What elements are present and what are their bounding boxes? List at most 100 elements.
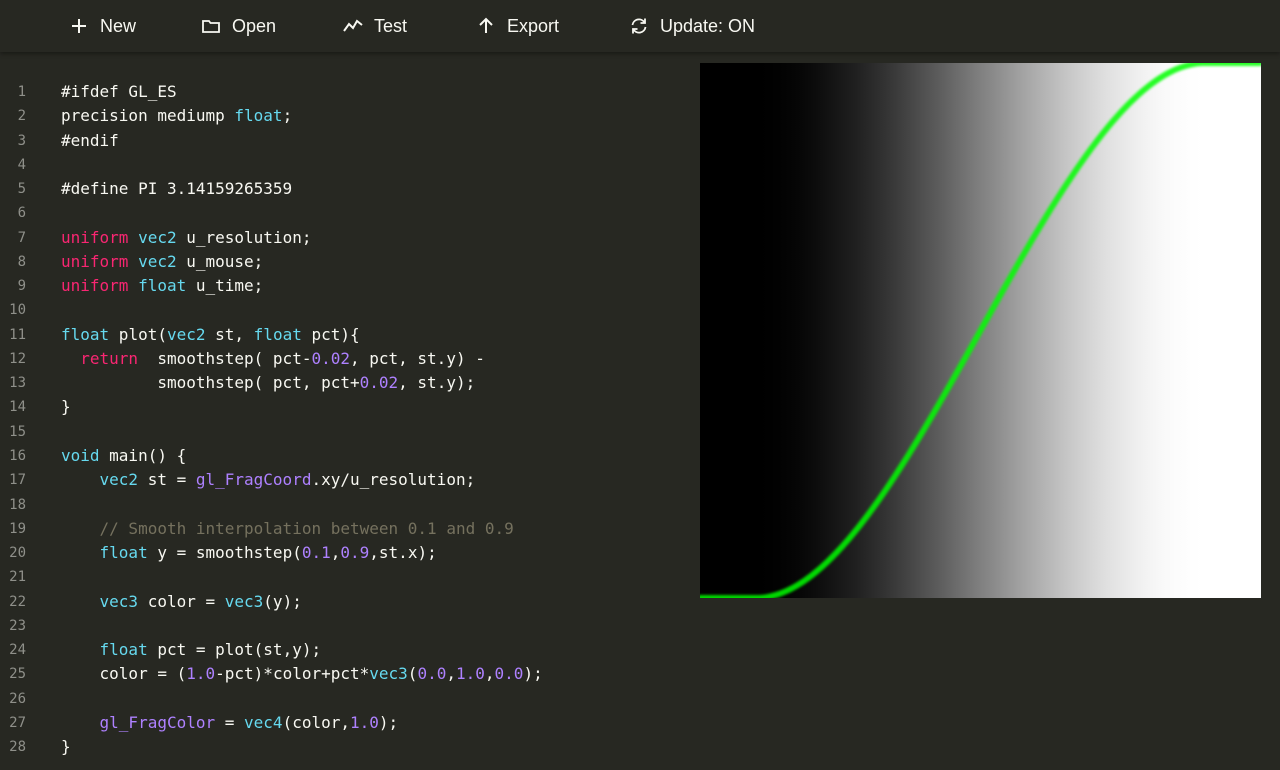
open-button[interactable]: Open — [200, 13, 276, 39]
line-number: 7 — [17, 229, 26, 246]
line-number: 24 — [9, 642, 26, 659]
code-line[interactable]: 22 vec3 color = vec3(y); — [0, 590, 690, 614]
code-token: (y); — [263, 591, 302, 611]
code-token: = — [215, 712, 245, 732]
code-token: uniform — [61, 251, 129, 271]
code-line[interactable]: 13 smoothstep( pct, pct+0.02, st.y); — [0, 371, 690, 395]
shader-preview-canvas — [700, 63, 1261, 598]
code-token: #endif — [61, 130, 119, 150]
code-token: main() { — [99, 445, 187, 465]
new-button[interactable]: New — [68, 13, 136, 39]
code-line[interactable]: 9 uniform float u_time; — [0, 274, 690, 298]
code-token: color = — [138, 591, 225, 611]
code-line[interactable]: 7 uniform vec2 u_resolution; — [0, 226, 690, 250]
code-token: 0.1 — [301, 543, 331, 563]
code-token: float — [138, 276, 187, 296]
code-text: vec2 st = gl_FragCoord.xy/u_resolution; — [61, 468, 476, 492]
code-token: 0.02 — [311, 348, 350, 368]
shader-output — [700, 63, 1261, 598]
code-token: plot( — [109, 324, 167, 344]
code-line[interactable]: 23 — [0, 614, 690, 638]
code-text: smoothstep( pct, pct+0.02, st.y); — [61, 371, 475, 395]
update-label: Update: ON — [660, 15, 756, 36]
code-text: uniform vec2 u_resolution; — [61, 226, 311, 250]
line-number: 23 — [9, 617, 26, 634]
code-text: // Smooth interpolation between 0.1 and … — [61, 517, 514, 541]
code-line[interactable]: 21 — [0, 565, 690, 589]
code-text: void main() { — [61, 444, 186, 468]
code-line[interactable]: 27 gl_FragColor = vec4(color,1.0); — [0, 711, 690, 735]
refresh-icon — [628, 15, 650, 37]
code-line[interactable]: 14} — [0, 395, 690, 419]
code-line[interactable]: 18 — [0, 493, 690, 517]
code-line[interactable]: 8 uniform vec2 u_mouse; — [0, 250, 690, 274]
line-number: 8 — [17, 253, 26, 270]
code-token: 0.9 — [340, 543, 370, 563]
code-token: float — [61, 324, 110, 344]
code-text: #endif — [61, 129, 119, 153]
code-token: 1.0 — [455, 664, 485, 684]
code-token: float — [99, 640, 148, 660]
code-line[interactable]: 1 #ifdef GL_ES — [0, 80, 690, 104]
export-button[interactable]: Export — [475, 13, 559, 39]
code-text: precision mediump float; — [61, 104, 292, 128]
code-text: float y = smoothstep(0.1,0.9,st.x); — [61, 541, 437, 565]
code-token: vec3 — [224, 591, 264, 611]
code-token: return — [80, 348, 139, 368]
line-number: 10 — [9, 302, 26, 319]
code-line[interactable]: 24 float pct = plot(st,y); — [0, 638, 690, 662]
line-number: 25 — [9, 666, 26, 683]
code-line[interactable]: 16 void main() { — [0, 444, 690, 468]
code-token: gl_FragColor — [99, 712, 216, 732]
code-token: 1.0 — [186, 664, 216, 684]
code-token: vec2 — [99, 470, 139, 490]
line-number: 16 — [9, 447, 26, 464]
line-number: 4 — [17, 156, 26, 173]
code-token: #define PI 3.14159265359 — [61, 179, 293, 199]
line-number: 14 — [9, 399, 26, 416]
line-number: 1 — [17, 84, 26, 100]
line-number: 28 — [9, 739, 26, 756]
code-line[interactable]: 15 — [0, 420, 690, 444]
code-token: .xy/u_resolution; — [311, 470, 476, 490]
code-line[interactable]: 6 — [0, 201, 690, 225]
code-line[interactable]: 4 — [0, 153, 690, 177]
code-token: st, — [205, 324, 254, 344]
code-token: u_mouse; — [176, 251, 264, 271]
code-token: vec4 — [244, 712, 283, 732]
code-line[interactable]: 12 return smoothstep( pct-0.02, pct, st.… — [0, 347, 690, 371]
code-line[interactable]: 26 — [0, 687, 690, 711]
code-token: vec3 — [99, 591, 139, 611]
code-token: u_time; — [186, 276, 264, 296]
plus-icon — [68, 15, 90, 37]
code-text: } — [61, 735, 71, 759]
code-line[interactable]: 3 #endif — [0, 129, 690, 153]
line-number: 17 — [9, 472, 26, 489]
line-number: 19 — [9, 520, 26, 537]
code-text: float plot(vec2 st, float pct){ — [61, 323, 360, 347]
code-line[interactable]: 11 float plot(vec2 st, float pct){ — [0, 323, 690, 347]
code-line[interactable]: 19 // Smooth interpolation between 0.1 a… — [0, 517, 690, 541]
code-token: , st.y); — [398, 373, 476, 393]
code-editor[interactable]: 1 #ifdef GL_ES 2 precision mediump float; 3 #… — [0, 80, 690, 770]
code-line[interactable]: 5 #define PI 3.14159265359 — [0, 177, 690, 201]
code-token: color = ( — [61, 664, 187, 684]
test-button[interactable]: Test — [342, 13, 407, 39]
code-line[interactable]: 28} — [0, 735, 690, 759]
update-toggle[interactable]: Update: ON — [628, 13, 755, 39]
code-line[interactable]: 20 float y = smoothstep(0.1,0.9,st.x); — [0, 541, 690, 565]
code-line[interactable]: 2 precision mediump float; — [0, 104, 690, 128]
code-line[interactable]: 17 vec2 st = gl_FragCoord.xy/u_resolutio… — [0, 468, 690, 492]
code-token: float — [99, 543, 148, 563]
open-label: Open — [232, 15, 277, 36]
code-line[interactable]: 10 — [0, 298, 690, 322]
toolbar: New Open Test Export Update: ON — [0, 0, 1280, 52]
code-token: ,st.x); — [369, 543, 437, 563]
export-label: Export — [507, 15, 560, 36]
code-line[interactable]: 25 color = (1.0-pct)*color+pct*vec3(0.0,… — [0, 662, 690, 686]
code-token: smoothstep( pct- — [138, 348, 312, 368]
code-token: y = smoothstep( — [147, 543, 302, 563]
